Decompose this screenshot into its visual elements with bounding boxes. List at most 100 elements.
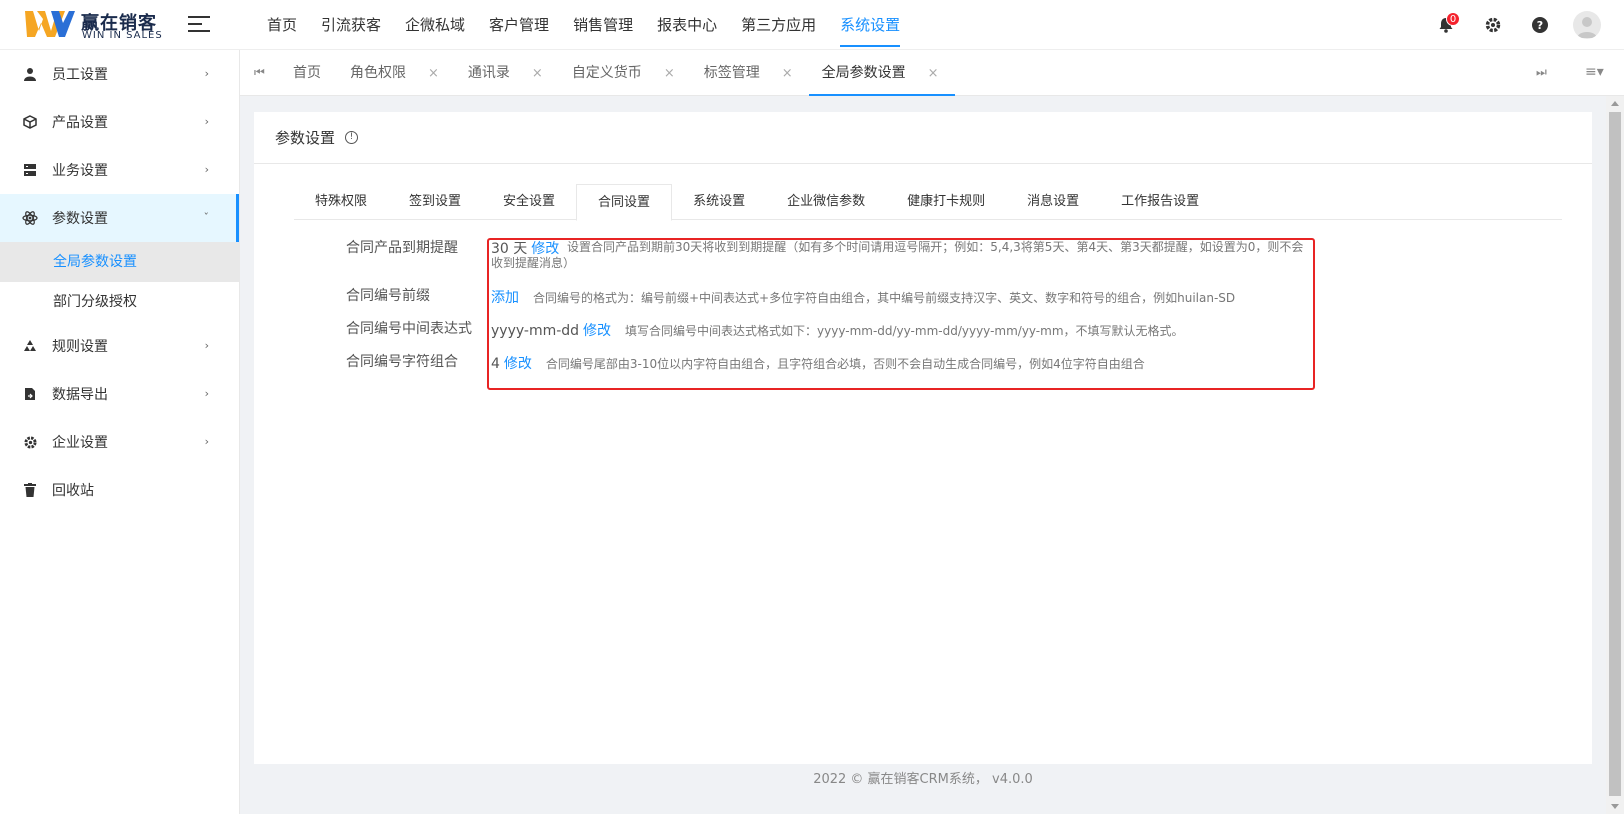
nav-third-party-apps[interactable]: 第三方应用 (729, 0, 828, 50)
chevron-right-icon: › (204, 163, 209, 176)
param-label-middle-expression: 合同编号中间表达式 (346, 321, 472, 337)
tab-custom-currency[interactable]: 自定义货币 × (559, 50, 691, 96)
sidebar-item-label: 参数设置 (52, 211, 108, 227)
sidebar-item-data-export[interactable]: 数据导出 › (0, 370, 239, 418)
nav-wecom-private[interactable]: 企微私域 (393, 0, 477, 50)
sidebar-item-label: 产品设置 (52, 115, 108, 131)
close-icon[interactable]: × (928, 66, 939, 81)
sidebar-item-recycle-bin[interactable]: 回收站 (0, 466, 239, 514)
top-header: 赢在销客 WIN IN SALES 首页 引流获客 企微私域 客户管理 销售管理… (0, 0, 1624, 50)
logo[interactable]: 赢在销客 WIN IN SALES (25, 7, 165, 43)
sidebar-item-label: 员工设置 (52, 67, 108, 83)
user-avatar-icon[interactable] (1572, 10, 1602, 40)
tab-role-permissions[interactable]: 角色权限 × (337, 50, 455, 96)
sidebar-item-product-settings[interactable]: 产品设置 › (0, 98, 239, 146)
gear-icon (22, 434, 38, 450)
sidebar-item-label: 回收站 (52, 483, 94, 499)
subtab-checkin-settings[interactable]: 签到设置 (388, 184, 482, 220)
subtab-health-checkin-rules[interactable]: 健康打卡规则 (886, 184, 1006, 220)
param-label-expiry-reminder: 合同产品到期提醒 (346, 240, 458, 256)
nav-customer-management[interactable]: 客户管理 (477, 0, 561, 50)
sidebar-subitem-global-params[interactable]: 全局参数设置 (0, 242, 239, 282)
subtab-contract-settings[interactable]: 合同设置 (576, 184, 673, 221)
page-tabs: 首页 角色权限 × 通讯录 × 自定义货币 × 标签管理 × 全局参数设置 × (280, 50, 955, 96)
sidebar: 员工设置 › 产品设置 › 业务设置 › 参数设置 ˇ 全局参数设置 部门分级授… (0, 50, 240, 814)
card-title: 参数设置 (275, 129, 336, 147)
nav-sales-management[interactable]: 销售管理 (561, 0, 645, 50)
sidebar-item-label: 企业设置 (52, 435, 108, 451)
sidebar-item-business-settings[interactable]: 业务设置 › (0, 146, 239, 194)
subtab-message-settings[interactable]: 消息设置 (1006, 184, 1100, 220)
bell-icon[interactable]: 0 (1431, 10, 1461, 40)
server-icon (22, 162, 38, 178)
close-icon[interactable]: × (782, 66, 793, 81)
tab-menu-icon[interactable]: ≡▾ (1585, 64, 1604, 80)
user-icon (22, 66, 38, 82)
scrollbar[interactable] (1606, 96, 1624, 814)
atom-icon (22, 210, 38, 226)
sidebar-item-enterprise-settings[interactable]: 企业设置 › (0, 418, 239, 466)
subtab-wecom-params[interactable]: 企业微信参数 (766, 184, 886, 220)
main-content: 参数设置 ! 特殊权限 签到设置 安全设置 合同设置 系统设置 企业微信参数 健… (240, 96, 1606, 814)
tab-label: 首页 (293, 65, 321, 81)
nav-report-center[interactable]: 报表中心 (645, 0, 729, 50)
scroll-up-icon[interactable] (1611, 101, 1619, 106)
logo-subtitle: WIN IN SALES (82, 30, 163, 41)
svg-text:?: ? (1537, 19, 1543, 32)
menu-toggle-icon[interactable] (188, 16, 210, 34)
chevron-down-icon: ˇ (203, 211, 210, 224)
sidebar-item-label: 数据导出 (52, 387, 108, 403)
recycle-icon (22, 338, 38, 354)
chevron-right-icon: › (204, 115, 209, 128)
scroll-down-icon[interactable] (1611, 804, 1619, 809)
tab-label: 通讯录 (467, 65, 510, 81)
chevron-right-icon: › (204, 435, 209, 448)
header-tools: 0 ? (1367, 10, 1602, 40)
sidebar-subitem-department-auth[interactable]: 部门分级授权 (0, 282, 239, 322)
settings-subtabs: 特殊权限 签到设置 安全设置 合同设置 系统设置 企业微信参数 健康打卡规则 消… (294, 184, 1562, 221)
box-icon (22, 114, 38, 130)
param-label-char-combination: 合同编号字符组合 (346, 354, 458, 370)
subtab-special-permissions[interactable]: 特殊权限 (294, 184, 388, 220)
sidebar-item-label: 规则设置 (52, 339, 108, 355)
logo-mark-icon (25, 11, 75, 37)
tab-label: 标签管理 (703, 65, 760, 81)
params-card: 参数设置 ! 特殊权限 签到设置 安全设置 合同设置 系统设置 企业微信参数 健… (254, 112, 1592, 764)
scroll-thumb[interactable] (1609, 112, 1621, 796)
help-icon[interactable]: ? (1525, 10, 1555, 40)
notification-badge: 0 (1446, 12, 1460, 26)
chevron-right-icon: › (204, 387, 209, 400)
theme-moon-icon[interactable] (1384, 10, 1414, 40)
close-icon[interactable]: × (532, 66, 543, 81)
param-label-number-prefix: 合同编号前缀 (346, 288, 430, 304)
file-export-icon (22, 386, 38, 402)
sidebar-item-param-settings[interactable]: 参数设置 ˇ (0, 194, 239, 242)
tab-scroll-first-icon[interactable]: ⏮ (254, 65, 265, 80)
sidebar-item-label: 业务设置 (52, 163, 108, 179)
tab-home[interactable]: 首页 (280, 50, 337, 96)
nav-home[interactable]: 首页 (255, 0, 309, 50)
tab-global-params[interactable]: 全局参数设置 × (808, 50, 955, 96)
subtab-system-settings[interactable]: 系统设置 (672, 184, 766, 220)
tab-label: 自定义货币 (571, 65, 642, 81)
sidebar-item-rule-settings[interactable]: 规则设置 › (0, 322, 239, 370)
nav-lead-acquisition[interactable]: 引流获客 (309, 0, 393, 50)
sidebar-item-staff-settings[interactable]: 员工设置 › (0, 50, 239, 98)
close-icon[interactable]: × (664, 66, 675, 81)
tab-scroll-last-icon[interactable]: ⏭ (1536, 65, 1547, 80)
highlight-box (487, 238, 1315, 390)
close-icon[interactable]: × (428, 66, 439, 81)
page-tab-strip: ⏮ 首页 角色权限 × 通讯录 × 自定义货币 × 标签管理 × 全局参数设置 × ⏭ ≡… (240, 50, 1624, 96)
subtab-work-report-settings[interactable]: 工作报告设置 (1100, 184, 1220, 220)
tab-contacts[interactable]: 通讯录 × (455, 50, 559, 96)
nav-system-settings[interactable]: 系统设置 (828, 0, 912, 50)
info-icon[interactable]: ! (345, 131, 359, 144)
top-nav: 首页 引流获客 企微私域 客户管理 销售管理 报表中心 第三方应用 系统设置 (255, 0, 912, 50)
chevron-right-icon: › (204, 339, 209, 352)
gear-icon[interactable] (1478, 10, 1508, 40)
subtab-security-settings[interactable]: 安全设置 (482, 184, 576, 220)
trash-icon (22, 482, 38, 498)
tab-tag-management[interactable]: 标签管理 × (691, 50, 809, 96)
card-header: 参数设置 ! (254, 112, 1592, 164)
chevron-right-icon: › (204, 67, 209, 80)
